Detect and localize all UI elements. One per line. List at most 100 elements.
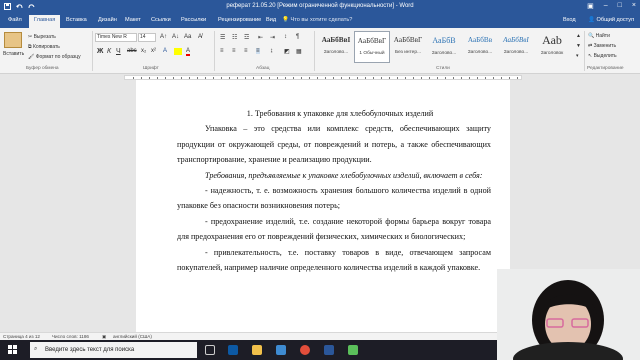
maximize-icon[interactable]: □ xyxy=(618,2,622,10)
multilevel-list-button[interactable]: ☲ xyxy=(244,34,249,41)
find-button[interactable]: 🔍 Найти xyxy=(588,33,610,39)
show-marks-button[interactable]: ¶ xyxy=(296,34,299,40)
tab-insert[interactable]: Вставка xyxy=(66,17,87,23)
increase-indent-button[interactable]: ⇥ xyxy=(270,34,275,41)
tab-layout[interactable]: Макет xyxy=(125,17,141,23)
superscript-button[interactable]: x² xyxy=(151,48,156,54)
minimize-icon[interactable]: – xyxy=(604,2,608,10)
document-body[interactable]: 1. Требования к упаковке для хлебобулочн… xyxy=(177,106,491,275)
document-page[interactable]: 1. Требования к упаковке для хлебобулочн… xyxy=(136,80,510,332)
strikethrough-button[interactable]: abc xyxy=(127,48,137,54)
underline-button[interactable]: Ч xyxy=(116,48,121,55)
font-color-button[interactable]: A xyxy=(186,48,191,56)
numbering-button[interactable]: ☷ xyxy=(232,34,237,41)
ruler-tick xyxy=(341,77,342,79)
tab-file[interactable]: Файл xyxy=(8,17,22,23)
ruler-tick xyxy=(149,77,150,79)
store-icon[interactable] xyxy=(276,345,286,355)
login-link[interactable]: Вход xyxy=(563,17,576,23)
select-button[interactable]: ↖ Выделить xyxy=(588,53,617,59)
justify-button[interactable]: ≡ xyxy=(256,48,260,54)
styles-group-label: Стили xyxy=(436,66,450,71)
window-controls: ▣ – □ × xyxy=(587,2,636,10)
ruler-tick xyxy=(453,77,454,79)
file-explorer-icon[interactable] xyxy=(252,345,262,355)
paste-button[interactable]: Вставить xyxy=(3,51,24,57)
paste-icon[interactable] xyxy=(4,32,22,48)
edge-icon[interactable] xyxy=(228,345,238,355)
highlight-button[interactable] xyxy=(174,48,182,55)
font-size-select[interactable]: 14 xyxy=(138,33,156,42)
language-indicator[interactable]: английский (США) xyxy=(113,334,152,339)
tell-me-text: Что вы хотите сделать? xyxy=(290,17,353,23)
task-view-icon[interactable] xyxy=(205,345,215,355)
replace-button[interactable]: ⇄ Заменить xyxy=(588,43,616,49)
ruler-tick xyxy=(517,77,518,79)
copy-button[interactable]: ⧉ Копировать xyxy=(28,44,60,50)
format-painter-button[interactable]: 🖌 Формат по образцу xyxy=(28,54,81,60)
italic-button[interactable]: К xyxy=(107,48,111,55)
ruler-tick xyxy=(317,77,318,79)
tell-me-search[interactable]: 💡 Что вы хотите сделать? xyxy=(282,17,352,23)
styles-more-icon[interactable]: ▾ xyxy=(576,53,579,59)
ribbon-tabs: Файл Главная Вставка Дизайн Макет Ссылки… xyxy=(0,14,640,28)
ruler-tick xyxy=(381,77,382,79)
tab-home[interactable]: Главная xyxy=(29,15,61,28)
align-left-button[interactable]: ≡ xyxy=(220,48,224,54)
ribbon-display-icon[interactable]: ▣ xyxy=(587,2,594,10)
ruler-tick xyxy=(173,77,174,79)
bold-button[interactable]: Ж xyxy=(97,48,103,55)
tab-review[interactable]: Рецензирование xyxy=(218,17,261,23)
app-taskbar-icon[interactable] xyxy=(348,345,358,355)
grow-font-button[interactable]: A↑ xyxy=(160,34,167,40)
ribbon: Вставить ✂ Вырезать ⧉ Копировать 🖌 Форма… xyxy=(0,28,640,74)
clear-format-button[interactable]: A̸ xyxy=(198,34,202,40)
subscript-button[interactable]: x₂ xyxy=(141,48,146,54)
ruler-tick xyxy=(253,77,254,79)
style-heading-4[interactable]: АаБбВвІ Заголово... xyxy=(498,31,534,63)
bullets-button[interactable]: ☰ xyxy=(220,34,225,41)
search-icon: ⌕ xyxy=(34,346,38,352)
share-button[interactable]: 👤 Общий доступ xyxy=(588,17,634,23)
tab-mailings[interactable]: Рассылки xyxy=(181,17,206,23)
tab-view[interactable]: Вид xyxy=(266,17,276,23)
word-count[interactable]: Число слов: 1186 xyxy=(52,334,89,339)
style-heading-2[interactable]: АаБбВ Заголово... xyxy=(426,31,462,63)
paragraph-group-label: Абзац xyxy=(256,66,270,71)
style-heading-1[interactable]: АаБбВвІ Заголово... xyxy=(318,31,354,63)
align-right-button[interactable]: ≡ xyxy=(244,48,248,54)
shrink-font-button[interactable]: A↓ xyxy=(172,34,179,40)
taskbar-search-placeholder: Введите здесь текст для поиска xyxy=(45,347,135,353)
decrease-indent-button[interactable]: ⇤ xyxy=(258,34,263,41)
style-title[interactable]: Ааb Заголовок xyxy=(534,31,570,63)
ruler-tick xyxy=(189,77,190,79)
text-effects-button[interactable]: A xyxy=(163,48,167,54)
chrome-icon[interactable] xyxy=(300,345,310,355)
windows-start-icon[interactable] xyxy=(8,345,18,357)
styles-scroll-down-icon[interactable]: ▼ xyxy=(576,43,581,49)
style-normal[interactable]: АаБбВвГ 1 Обычный xyxy=(354,31,390,63)
sort-button[interactable]: ↕ xyxy=(284,34,287,40)
ruler-tick xyxy=(469,77,470,79)
ruler-tick xyxy=(509,77,510,79)
close-icon[interactable]: × xyxy=(632,2,636,10)
ruler-tick xyxy=(397,77,398,79)
line-spacing-button[interactable]: ↨ xyxy=(270,48,273,54)
borders-button[interactable]: ▦ xyxy=(296,48,302,55)
font-name-select[interactable]: Times New R xyxy=(95,33,137,42)
taskbar-search[interactable]: ⌕ Введите здесь текст для поиска xyxy=(30,342,197,358)
align-center-button[interactable]: ≡ xyxy=(232,48,236,54)
page-count[interactable]: Страница 4 из 12 xyxy=(3,334,40,339)
style-heading-3[interactable]: АаБбВв Заголово... xyxy=(462,31,498,63)
shading-button[interactable]: ◩ xyxy=(284,48,290,55)
tab-design[interactable]: Дизайн xyxy=(98,17,117,23)
style-no-spacing[interactable]: АаБбВвГ Без интер... xyxy=(390,31,426,63)
separator xyxy=(92,31,93,71)
tab-references[interactable]: Ссылки xyxy=(151,17,171,23)
cut-button[interactable]: ✂ Вырезать xyxy=(28,34,56,40)
webcam-overlay xyxy=(497,269,640,360)
change-case-button[interactable]: Aa xyxy=(184,34,191,40)
styles-scroll-up-icon[interactable]: ▲ xyxy=(576,33,581,39)
ruler-tick xyxy=(245,77,246,79)
word-taskbar-icon[interactable] xyxy=(324,345,334,355)
